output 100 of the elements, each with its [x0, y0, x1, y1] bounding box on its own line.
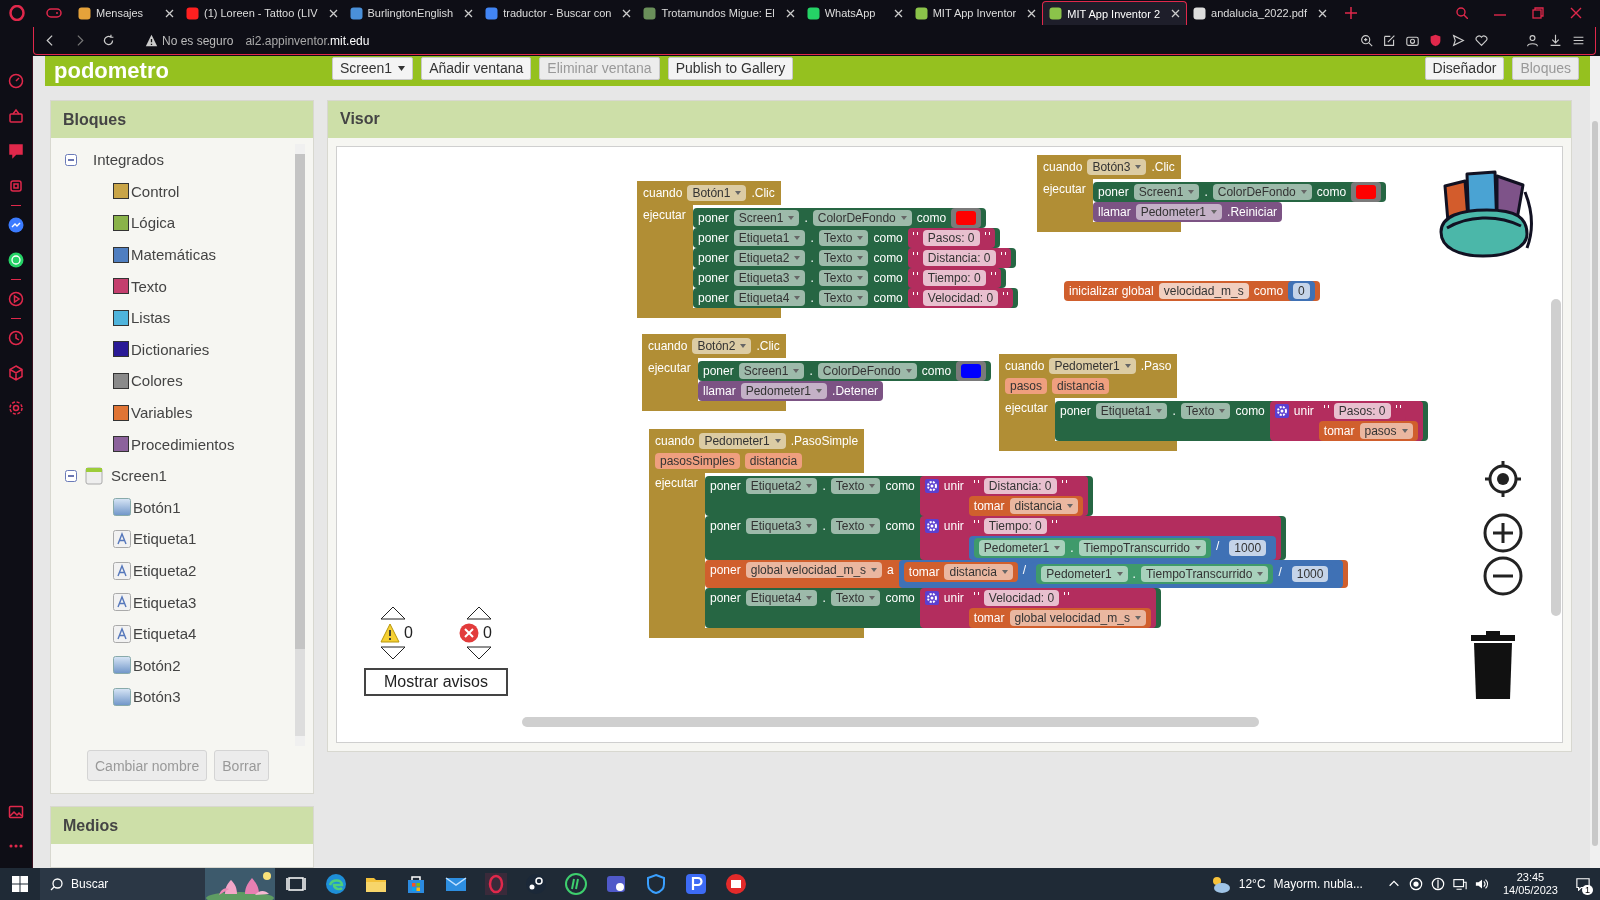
clock-date[interactable]: 14/05/2023 — [1502, 884, 1558, 897]
search-icon[interactable] — [1456, 7, 1468, 19]
tree-item[interactable]: Procedimientos — [131, 435, 235, 453]
close-icon[interactable] — [1027, 8, 1037, 18]
zoom-in-icon[interactable] — [1483, 512, 1523, 553]
dropdown-field[interactable]: Botón1 — [687, 184, 747, 201]
clock-time[interactable]: 23:45 — [1516, 871, 1545, 884]
bag-icon[interactable] — [8, 108, 24, 124]
send-icon[interactable] — [1452, 34, 1465, 47]
call-block[interactable]: llamar Pedometer1 .Detener — [698, 380, 884, 401]
arrow-up-icon[interactable] — [380, 605, 406, 620]
dropdown-field[interactable]: Pedometer1 — [1049, 357, 1136, 374]
set-block[interactable]: poner Screen1 . ColorDeFondo como — [698, 360, 992, 381]
variable-block[interactable]: poner global velocidad_m_s a tomar distancia / Pedometer1 . TiempoTranscurrido / 1000 — [705, 559, 1349, 588]
text-block[interactable]: Distancia: 0 — [907, 247, 1011, 268]
dropdown-field[interactable]: pasos — [1359, 422, 1413, 439]
parameter-chip[interactable]: distancia — [744, 452, 803, 469]
store-icon[interactable] — [405, 873, 427, 895]
address-field[interactable]: ai2.appinventor.mit.edu — [245, 33, 370, 48]
settings-icon[interactable] — [8, 400, 24, 416]
text-field[interactable]: Distancia: 0 — [922, 249, 996, 266]
set-block[interactable]: poner Etiqueta2 . Texto como unir Distancia: 0 tomar distancia — [705, 475, 1093, 516]
cube-icon[interactable] — [8, 365, 24, 381]
dropdown-field[interactable]: Etiqueta3 — [745, 517, 818, 534]
arrow-up-icon[interactable] — [466, 605, 492, 620]
security-indicator[interactable]: No es seguro — [145, 33, 234, 48]
chat-icon[interactable] — [8, 143, 24, 159]
set-block[interactable]: poner Etiqueta4 . Texto como Velocidad: 0 — [693, 287, 1019, 308]
dropdown-field[interactable]: Pedometer1 — [699, 432, 786, 449]
text-field[interactable]: 1000 — [1291, 565, 1329, 582]
speedometer-icon[interactable] — [8, 73, 24, 89]
app-icon[interactable] — [565, 873, 587, 895]
browser-tab[interactable]: MIT App Inventor — [908, 1, 1043, 25]
getter-block[interactable]: Pedometer1 . TiempoTranscurrido — [1036, 563, 1274, 584]
dropdown-field[interactable]: ColorDeFondo — [812, 209, 912, 226]
text-field[interactable]: Pasos: 0 — [922, 229, 980, 246]
teams-icon[interactable] — [605, 873, 627, 895]
shield-icon[interactable] — [645, 873, 667, 895]
text-field[interactable]: Tiempo: 0 — [922, 269, 986, 286]
dropdown-field[interactable]: Pedometer1 — [1041, 565, 1128, 582]
close-icon[interactable] — [1318, 8, 1328, 18]
tree-item[interactable]: Colores — [131, 372, 183, 390]
parameter-chip[interactable]: pasos — [1005, 377, 1048, 394]
color-swatch[interactable] — [961, 363, 982, 378]
text-block[interactable]: unir Velocidad: 0 tomar global velocidad_m_s — [919, 587, 1156, 628]
text-field[interactable]: velocidad_m_s — [1158, 282, 1249, 299]
close-icon[interactable] — [328, 8, 338, 18]
chip-icon[interactable] — [8, 178, 24, 194]
camera-icon[interactable] — [1406, 34, 1419, 47]
dropdown-field[interactable]: Screen1 — [1133, 183, 1200, 200]
dropdown-field[interactable]: Texto — [818, 249, 869, 266]
tree-item[interactable]: Etiqueta3 — [133, 593, 197, 611]
vertical-scrollbar[interactable] — [1551, 298, 1561, 616]
browser-tab[interactable]: andalucia_2022.pdf — [1187, 1, 1334, 25]
play-icon[interactable] — [8, 291, 24, 307]
trash-icon[interactable] — [1468, 630, 1518, 699]
tree-item[interactable]: Control — [131, 182, 180, 200]
menu-icon[interactable] — [1572, 34, 1585, 47]
toolbar-button[interactable]: Añadir ventana — [421, 56, 532, 80]
browser-tab[interactable]: (1) Loreen - Tattoo (LIV — [180, 1, 344, 25]
text-field[interactable]: Velocidad: 0 — [922, 289, 999, 306]
dropdown-field[interactable]: Texto — [818, 269, 869, 286]
tree-item[interactable]: Matemáticas — [131, 246, 217, 264]
edit-icon[interactable] — [1383, 34, 1396, 47]
dropdown-field[interactable]: ColorDeFondo — [1212, 183, 1312, 200]
tree-item[interactable]: Texto — [131, 277, 167, 295]
variable-block[interactable]: tomar global velocidad_m_s — [968, 607, 1151, 628]
dropdown-field[interactable]: Etiqueta1 — [1095, 402, 1168, 419]
gear-icon[interactable] — [924, 590, 939, 605]
getter-block[interactable]: Pedometer1 . TiempoTranscurrido — [973, 537, 1211, 558]
browser-tab[interactable]: Trotamundos Migue: El — [637, 1, 801, 25]
gear-icon[interactable] — [924, 518, 939, 533]
horizontal-scrollbar[interactable] — [522, 716, 1259, 727]
text-field[interactable]: 1000 — [1229, 539, 1267, 556]
dropdown-field[interactable]: TiempoTranscurrido — [1078, 539, 1206, 556]
opera-icon[interactable] — [485, 873, 507, 895]
tree-item[interactable]: Botón2 — [133, 656, 181, 674]
color-swatch[interactable] — [956, 210, 977, 225]
browser-tab[interactable]: WhatsApp — [800, 1, 909, 25]
dropdown-field[interactable]: Texto — [830, 477, 881, 494]
close-icon[interactable] — [785, 8, 795, 18]
tree-item[interactable]: Botón1 — [133, 498, 181, 516]
search-bar[interactable]: Buscar — [40, 868, 275, 900]
p-app-icon[interactable] — [685, 873, 707, 895]
text-block[interactable]: Pasos: 0 — [907, 227, 995, 248]
zoom-out-icon[interactable] — [1483, 555, 1523, 596]
browser-tab[interactable]: Mensajes — [72, 1, 180, 25]
tree-item[interactable]: Integrados — [93, 151, 164, 169]
dropdown-field[interactable]: TiempoTranscurrido — [1140, 565, 1269, 582]
gear-icon[interactable] — [924, 478, 939, 493]
dropdown-field[interactable]: Etiqueta4 — [733, 289, 806, 306]
heart-icon[interactable] — [1475, 34, 1488, 47]
windows-logo[interactable] — [12, 876, 28, 892]
dropdown-field[interactable]: Texto — [830, 589, 881, 606]
close-icon[interactable] — [1171, 9, 1180, 18]
dropdown-field[interactable]: Pedometer1 — [740, 382, 828, 399]
clock-icon[interactable] — [8, 330, 24, 346]
event-block[interactable]: cuando Botón3 .Clic ejecutar poner Screen1 . ColorDeFondo como llamar Pedometer1 .Reiniciar — [1037, 154, 1387, 232]
notification-button[interactable]: 1 — [1572, 873, 1594, 895]
close-icon[interactable] — [464, 8, 474, 18]
